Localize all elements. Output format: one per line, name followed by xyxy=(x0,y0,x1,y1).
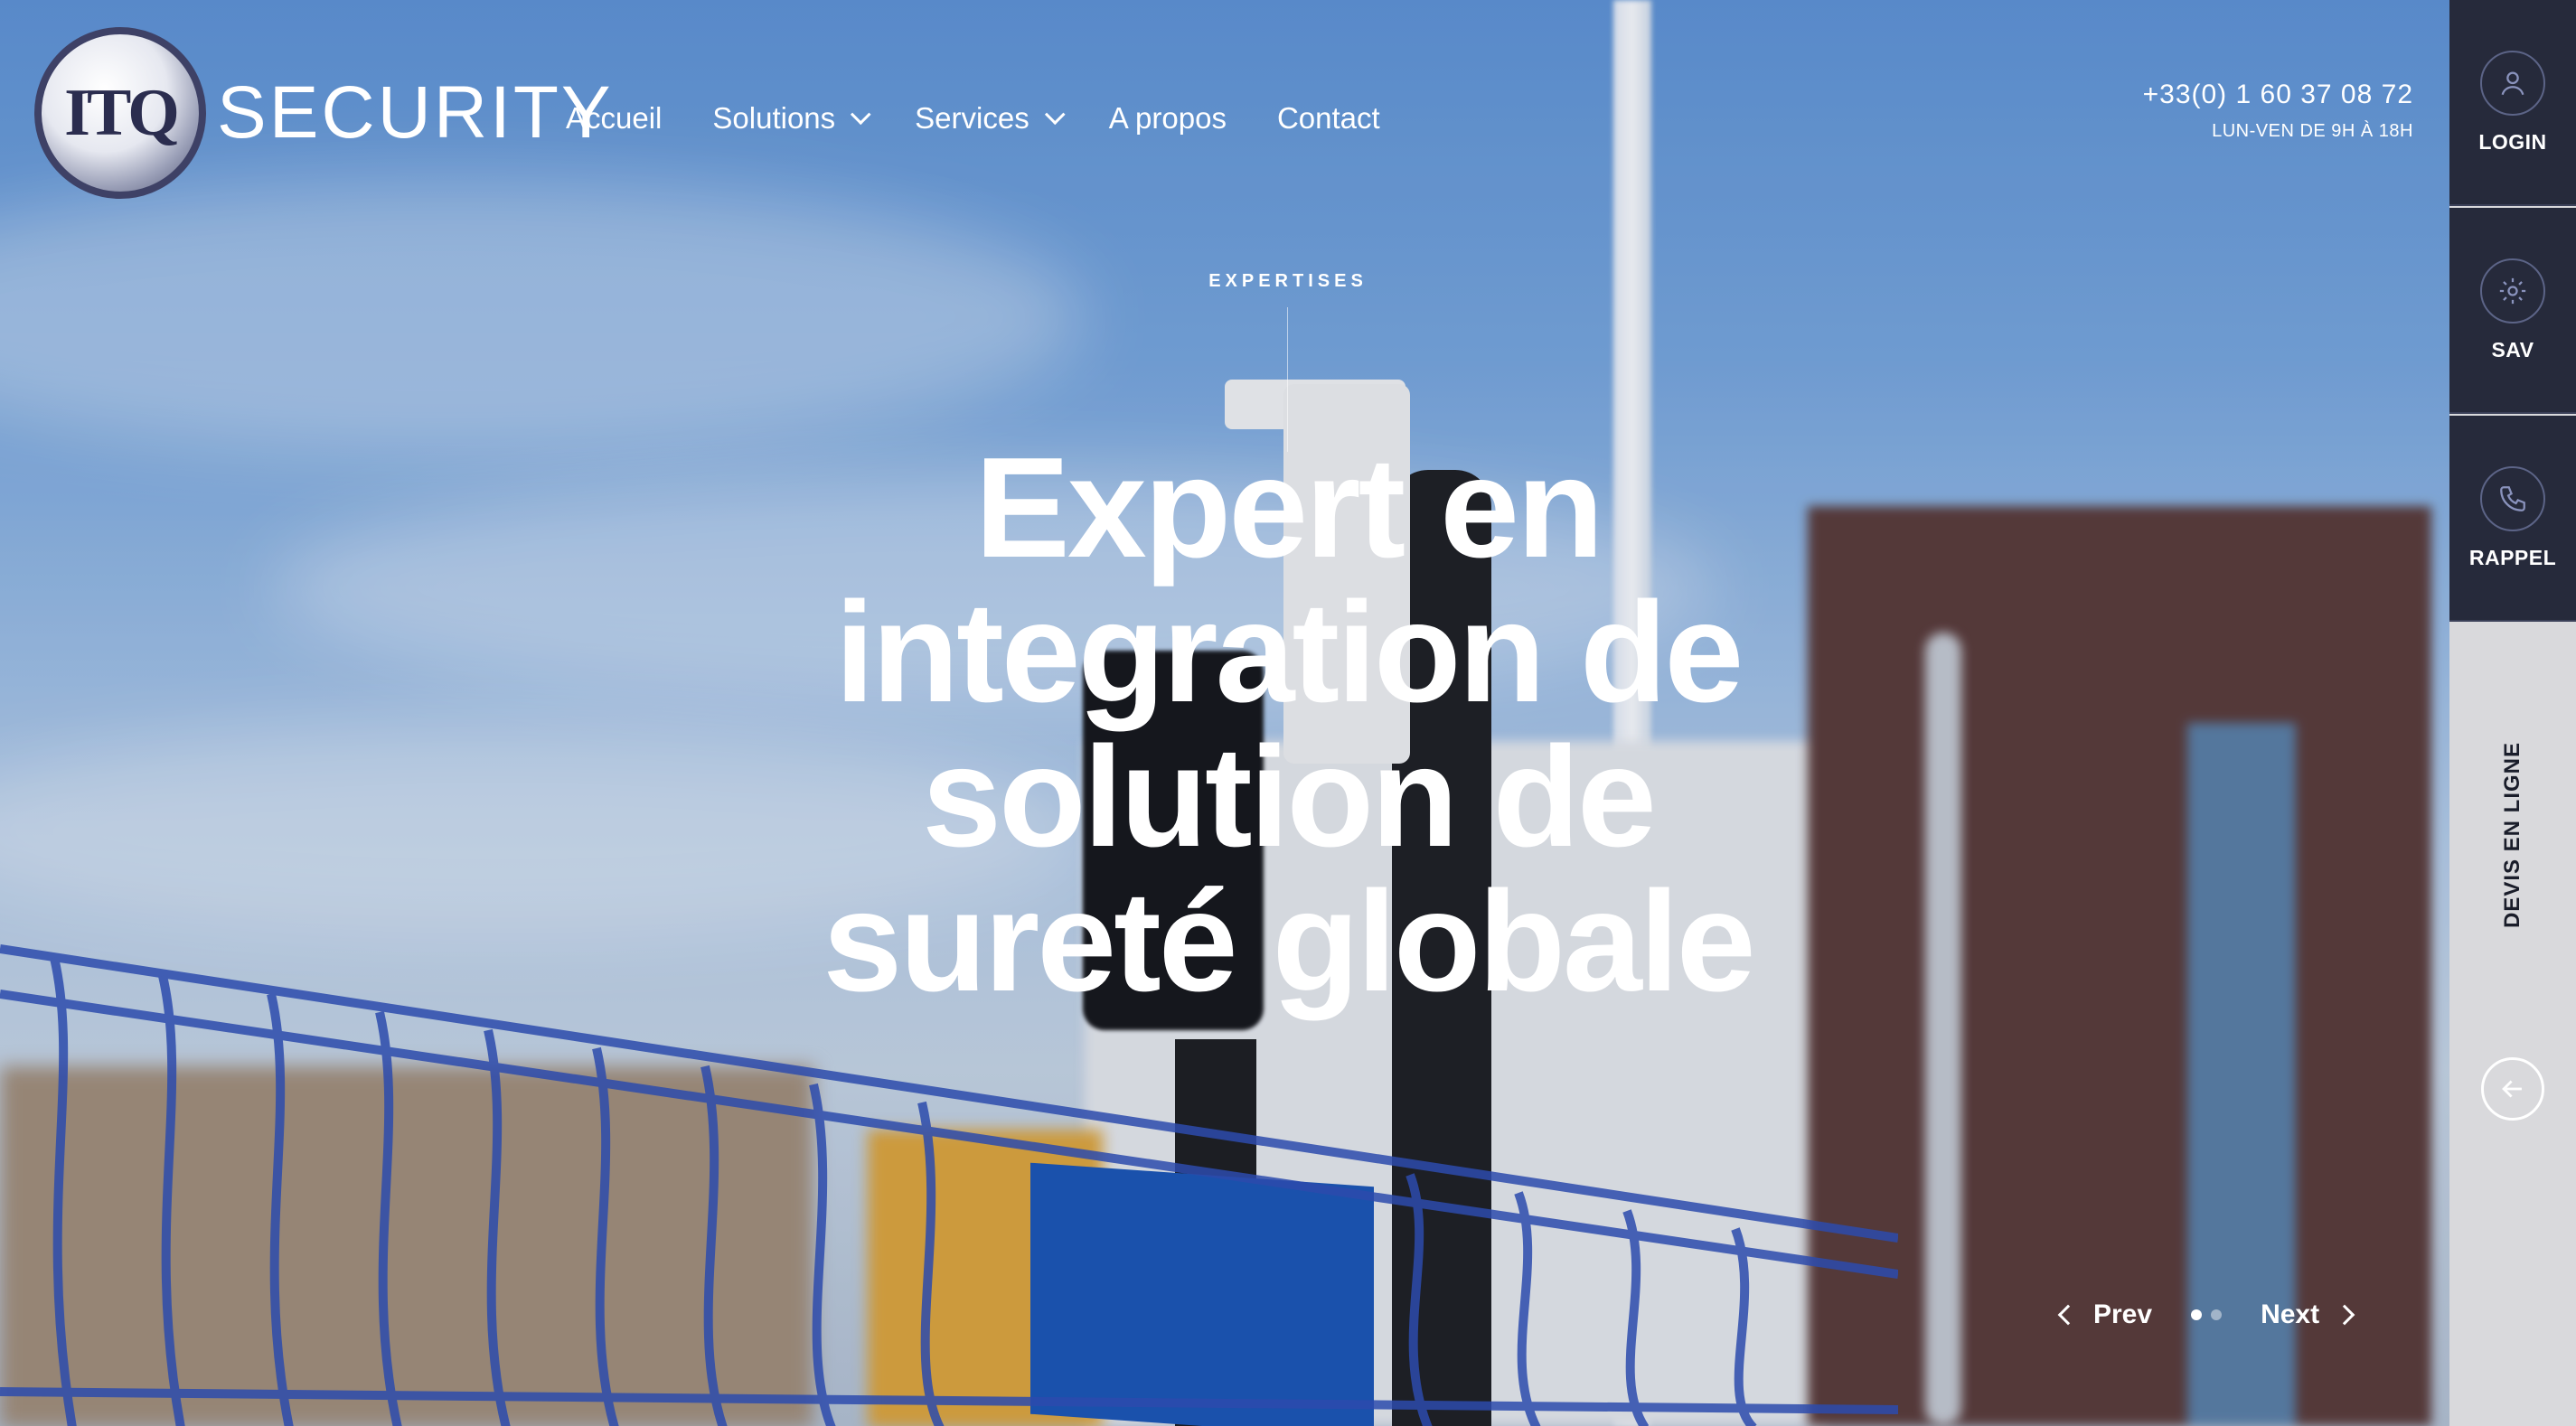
login-button[interactable]: LOGIN xyxy=(2449,0,2576,206)
user-icon xyxy=(2480,50,2545,116)
opening-hours: LUN-VEN DE 9H À 18H xyxy=(2212,121,2413,141)
nav-item-label: Accueil xyxy=(566,101,663,135)
chevron-down-icon xyxy=(851,104,871,126)
slider-dot-active[interactable] xyxy=(2191,1309,2203,1320)
chevron-right-icon xyxy=(2334,1304,2355,1326)
nav-item-accueil[interactable]: Accueil xyxy=(566,101,662,136)
slider-dot[interactable] xyxy=(2211,1309,2223,1320)
devis-en-ligne-tab[interactable]: DEVIS EN LIGNE xyxy=(2449,624,2576,1130)
next-button[interactable]: Next xyxy=(2261,1299,2355,1330)
nav-item-label: Services xyxy=(915,101,1029,135)
nav-item-label: A propos xyxy=(1108,101,1227,135)
phone-icon xyxy=(2480,465,2545,531)
rappel-button[interactable]: RAPPEL xyxy=(2449,416,2576,622)
sav-button[interactable]: SAV xyxy=(2449,208,2576,414)
sav-label: SAV xyxy=(2491,337,2534,361)
login-label: LOGIN xyxy=(2478,129,2547,154)
hero-kicker-text: EXPERTISES xyxy=(1208,271,1368,291)
hero-headline: Expert en integration de solution de sur… xyxy=(750,436,1826,1014)
logo-mark: ITQ xyxy=(34,27,206,199)
slider-controls: Prev Next xyxy=(2057,1299,2355,1330)
nav-item-services[interactable]: Services xyxy=(915,101,1066,136)
devis-label: DEVIS EN LIGNE xyxy=(2500,741,2525,929)
arrow-left-icon[interactable] xyxy=(2481,1057,2544,1121)
headline-line: solution de xyxy=(922,718,1657,877)
headline-line: Expert en xyxy=(974,428,1603,587)
prev-button[interactable]: Prev xyxy=(2057,1299,2153,1330)
hero-kicker: EXPERTISES xyxy=(1202,271,1374,292)
nav-item-label: Contact xyxy=(1276,101,1380,135)
prev-label: Prev xyxy=(2093,1299,2153,1329)
nav-item-contact[interactable]: Contact xyxy=(1277,101,1380,136)
chevron-left-icon xyxy=(2057,1304,2079,1326)
header-contact: +33(0) 1 60 37 08 72 LUN-VEN DE 9H À 18H xyxy=(2143,80,2413,142)
gear-icon xyxy=(2480,258,2545,324)
chevron-down-icon xyxy=(1044,104,1066,126)
logo-wordmark: SECURITY xyxy=(217,71,614,154)
nav-item-label: Solutions xyxy=(712,101,836,135)
site-logo[interactable]: ITQ SECURITY xyxy=(34,27,614,199)
nav-item-solutions[interactable]: Solutions xyxy=(712,101,871,136)
headline-line: sureté globale xyxy=(823,862,1755,1021)
headline-line: integration de xyxy=(834,573,1744,732)
main-nav: Accueil Solutions Services A propos Cont… xyxy=(566,101,1431,136)
next-label: Next xyxy=(2261,1299,2320,1329)
slider-dots xyxy=(2186,1309,2226,1320)
rappel-label: RAPPEL xyxy=(2468,545,2557,569)
phone-number[interactable]: +33(0) 1 60 37 08 72 xyxy=(2143,80,2413,110)
nav-item-a-propos[interactable]: A propos xyxy=(1109,101,1227,136)
